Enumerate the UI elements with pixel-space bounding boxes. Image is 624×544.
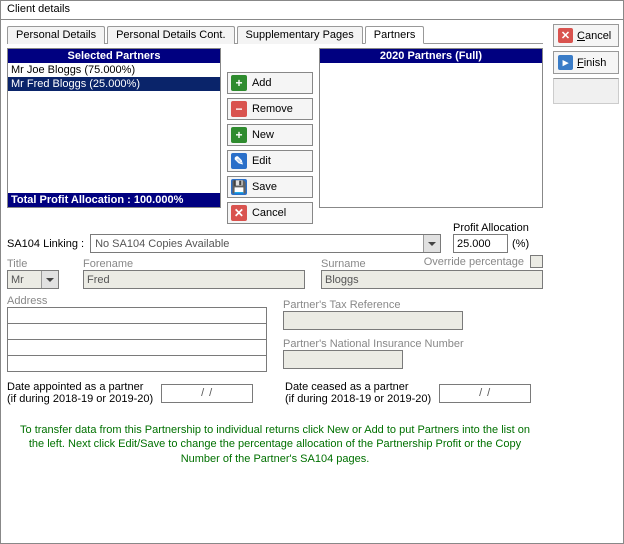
arrow-right-icon: ▸ bbox=[558, 55, 573, 70]
sidebar-status-area bbox=[553, 78, 619, 104]
tab-personal-details[interactable]: Personal Details bbox=[7, 26, 105, 44]
surname-label: Surname bbox=[321, 258, 543, 270]
address-line-1[interactable] bbox=[7, 307, 267, 324]
dialog-finish-button[interactable]: ▸ Finish bbox=[553, 51, 619, 74]
title-select[interactable]: Mr bbox=[7, 270, 59, 289]
partner-row[interactable]: Mr Joe Bloggs (75.000%) bbox=[8, 63, 220, 77]
address-line-2[interactable] bbox=[7, 323, 267, 340]
date-appointed-input[interactable]: / / bbox=[161, 384, 253, 403]
profit-allocation-label: Profit Allocation bbox=[453, 222, 543, 234]
surname-input[interactable]: Bloggs bbox=[321, 270, 543, 289]
save-icon: 💾 bbox=[231, 179, 247, 195]
help-text: To transfer data from this Partnership t… bbox=[17, 423, 533, 466]
cancel-icon: ✕ bbox=[231, 205, 247, 221]
profit-allocation-input[interactable]: 25.000 bbox=[453, 234, 508, 253]
tab-partners[interactable]: Partners bbox=[365, 26, 425, 44]
date-appointed-label-2: (if during 2018-19 or 2019-20) bbox=[7, 393, 153, 405]
date-ceased-label-1: Date ceased as a partner bbox=[285, 381, 431, 393]
date-appointed-label-1: Date appointed as a partner bbox=[7, 381, 153, 393]
sa104-linking-select[interactable]: No SA104 Copies Available bbox=[90, 234, 441, 253]
selected-partners-list[interactable]: Mr Joe Bloggs (75.000%) Mr Fred Bloggs (… bbox=[8, 63, 220, 193]
minus-icon: − bbox=[231, 101, 247, 117]
percent-unit-label: (%) bbox=[512, 238, 529, 250]
tab-personal-details-cont[interactable]: Personal Details Cont. bbox=[107, 26, 234, 44]
ni-number-label: Partner's National Insurance Number bbox=[283, 338, 543, 350]
sa104-linking-label: SA104 Linking : bbox=[7, 238, 84, 250]
save-button[interactable]: 💾Save bbox=[227, 176, 313, 198]
address-line-3[interactable] bbox=[7, 339, 267, 356]
edit-icon: ✎ bbox=[231, 153, 247, 169]
ni-number-input[interactable] bbox=[283, 350, 403, 369]
middle-buttons: +Add −Remove +New ✎Edit 💾Save ✕Cancel bbox=[221, 48, 319, 208]
year-partners-list[interactable] bbox=[320, 63, 542, 207]
address-label: Address bbox=[7, 295, 267, 307]
address-line-4[interactable] bbox=[7, 355, 267, 372]
plus-icon: + bbox=[231, 127, 247, 143]
add-button[interactable]: +Add bbox=[227, 72, 313, 94]
partner-row-selected[interactable]: Mr Fred Bloggs (25.000%) bbox=[8, 77, 220, 91]
chevron-down-icon bbox=[423, 235, 440, 252]
forename-input[interactable]: Fred bbox=[83, 270, 305, 289]
selected-partners-header: Selected Partners bbox=[8, 49, 220, 63]
tab-supplementary-pages[interactable]: Supplementary Pages bbox=[237, 26, 363, 44]
tabs: Personal Details Personal Details Cont. … bbox=[7, 24, 543, 44]
plus-icon: + bbox=[231, 75, 247, 91]
window-title: Client details bbox=[1, 1, 623, 20]
title-label: Title bbox=[7, 258, 67, 270]
year-partners-header: 2020 Partners (Full) bbox=[320, 49, 542, 63]
tax-reference-input[interactable] bbox=[283, 311, 463, 330]
close-icon: ✕ bbox=[558, 28, 573, 43]
selected-partners-panel: Selected Partners Mr Joe Bloggs (75.000%… bbox=[7, 48, 221, 208]
remove-button[interactable]: −Remove bbox=[227, 98, 313, 120]
tax-reference-label: Partner's Tax Reference bbox=[283, 299, 543, 311]
year-partners-panel: 2020 Partners (Full) bbox=[319, 48, 543, 208]
dialog-cancel-button[interactable]: ✕ Cancel bbox=[553, 24, 619, 47]
date-ceased-label-2: (if during 2018-19 or 2019-20) bbox=[285, 393, 431, 405]
date-ceased-input[interactable]: / / bbox=[439, 384, 531, 403]
chevron-down-icon bbox=[41, 271, 58, 288]
edit-button[interactable]: ✎Edit bbox=[227, 150, 313, 172]
new-button[interactable]: +New bbox=[227, 124, 313, 146]
forename-label: Forename bbox=[83, 258, 305, 270]
total-allocation-footer: Total Profit Allocation : 100.000% bbox=[8, 193, 220, 207]
